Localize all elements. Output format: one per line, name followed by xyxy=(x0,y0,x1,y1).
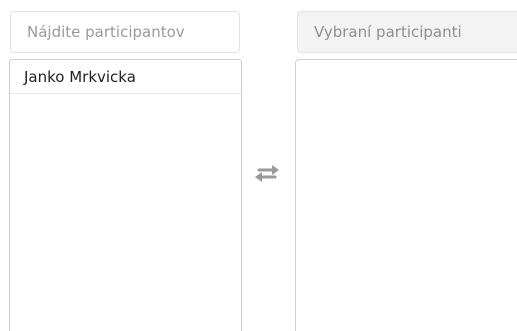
selected-participants-label: Vybraní participanti xyxy=(314,23,462,41)
participant-search-field[interactable] xyxy=(10,11,240,53)
selected-participants-list[interactable] xyxy=(295,59,517,331)
participant-search-input[interactable] xyxy=(27,23,239,41)
participant-name: Janko Mrkvicka xyxy=(24,67,136,86)
participant-picker: Janko Mrkvicka Vybraní participanti xyxy=(0,0,517,331)
selected-participants-header: Vybraní participanti xyxy=(297,11,517,53)
list-item[interactable]: Janko Mrkvicka xyxy=(10,60,241,94)
available-participants-list[interactable]: Janko Mrkvicka xyxy=(9,59,242,331)
swap-arrows-icon[interactable] xyxy=(253,162,281,184)
